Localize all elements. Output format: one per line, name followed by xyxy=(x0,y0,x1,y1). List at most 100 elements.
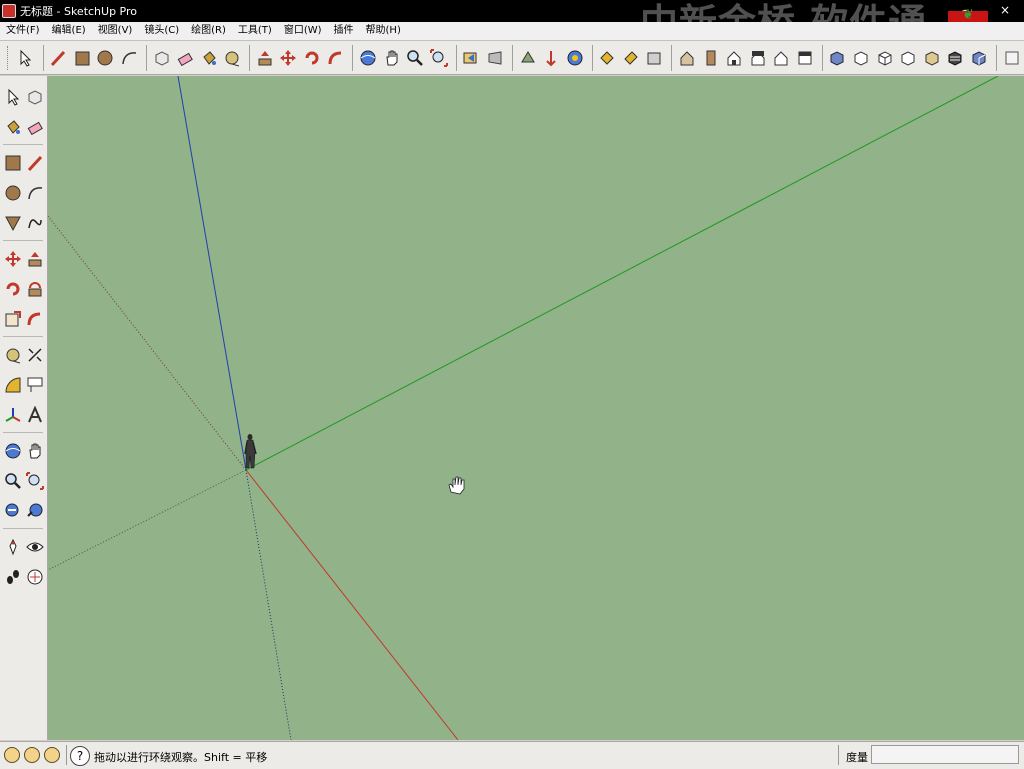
paint-bucket-icon[interactable] xyxy=(198,46,220,70)
section-cut-icon[interactable] xyxy=(921,46,943,70)
pan-icon[interactable] xyxy=(381,46,403,70)
menu-draw[interactable]: 绘图(R) xyxy=(185,22,232,40)
measurements-input[interactable] xyxy=(871,745,1019,764)
rectangle-icon[interactable] xyxy=(71,46,93,70)
geo-location-icon[interactable] xyxy=(4,747,20,763)
tool-row xyxy=(2,180,46,206)
axes-icon[interactable] xyxy=(2,402,24,428)
section-plane-icon[interactable] xyxy=(517,46,539,70)
paint-bucket-icon[interactable] xyxy=(2,114,24,140)
bottom-view-icon[interactable] xyxy=(897,46,919,70)
monochrome-icon[interactable] xyxy=(874,46,896,70)
xray-icon[interactable] xyxy=(747,46,769,70)
zoom-icon[interactable] xyxy=(405,46,427,70)
toolbar-separator xyxy=(249,44,251,71)
pan-hand-cursor xyxy=(448,476,465,495)
orbit-icon[interactable] xyxy=(357,46,379,70)
toolbar-grip[interactable] xyxy=(7,45,12,70)
walk-icon[interactable] xyxy=(2,564,24,590)
help-icon[interactable]: ? xyxy=(70,746,90,766)
select-icon[interactable] xyxy=(2,84,24,110)
previous-icon[interactable] xyxy=(24,498,46,524)
dimension-icon[interactable] xyxy=(24,342,46,368)
rotate-icon[interactable] xyxy=(301,46,323,70)
front-view-icon[interactable] xyxy=(644,46,666,70)
tape-measure-icon[interactable] xyxy=(2,342,24,368)
hidden-line-icon[interactable] xyxy=(794,46,816,70)
menu-file[interactable]: 文件(F) xyxy=(0,22,46,40)
arc-icon[interactable] xyxy=(24,180,46,206)
zoom-window-icon[interactable] xyxy=(24,468,46,494)
xray-mode-icon[interactable] xyxy=(968,46,990,70)
move-icon[interactable] xyxy=(2,246,24,272)
user-icon[interactable] xyxy=(44,747,60,763)
freehand-icon[interactable] xyxy=(24,210,46,236)
menu-help[interactable]: 帮助(H) xyxy=(360,22,407,40)
make-component-icon[interactable] xyxy=(24,84,46,110)
tools-palette xyxy=(0,76,48,740)
push-pull-icon[interactable] xyxy=(254,46,276,70)
eraser-icon[interactable] xyxy=(24,114,46,140)
move-icon[interactable] xyxy=(278,46,300,70)
tape-measure-icon[interactable] xyxy=(222,46,244,70)
shaded-icon[interactable] xyxy=(827,46,849,70)
axes-canvas xyxy=(48,76,999,740)
menu-window[interactable]: 窗口(W) xyxy=(278,22,328,40)
look-around-icon[interactable] xyxy=(24,534,46,560)
walk-icon[interactable] xyxy=(540,46,562,70)
protractor-icon[interactable] xyxy=(2,372,24,398)
scale-icon[interactable] xyxy=(2,306,24,332)
iso-view-icon[interactable] xyxy=(597,46,619,70)
zoom-extents-icon[interactable] xyxy=(428,46,450,70)
left-view-icon[interactable] xyxy=(723,46,745,70)
sketchup-app-icon[interactable] xyxy=(2,4,16,18)
shaded-texture-icon[interactable] xyxy=(850,46,872,70)
zoom-icon[interactable] xyxy=(2,468,24,494)
menu-camera[interactable]: 镜头(C) xyxy=(138,22,185,40)
layers-icon[interactable] xyxy=(1001,46,1023,70)
polygon-icon[interactable] xyxy=(2,210,24,236)
menu-edit[interactable]: 编辑(E) xyxy=(46,22,92,40)
circle-icon[interactable] xyxy=(2,180,24,206)
right-view-icon[interactable] xyxy=(676,46,698,70)
close-button[interactable]: × xyxy=(998,3,1012,17)
pencil-icon[interactable] xyxy=(47,46,69,70)
tool-row xyxy=(2,84,46,110)
credits-icon[interactable] xyxy=(24,747,40,763)
drawing-viewport[interactable] xyxy=(48,76,1024,740)
eraser-icon[interactable] xyxy=(174,46,196,70)
line-icon[interactable] xyxy=(24,150,46,176)
menu-tools[interactable]: 工具(T) xyxy=(232,22,278,40)
top-view-icon[interactable] xyxy=(620,46,642,70)
menu-plugins[interactable]: 插件 xyxy=(328,22,360,40)
wireframe-icon[interactable] xyxy=(771,46,793,70)
position-camera-icon[interactable] xyxy=(2,534,24,560)
next-view-icon[interactable] xyxy=(484,46,506,70)
menu-view[interactable]: 视图(V) xyxy=(92,22,139,40)
follow-me-icon[interactable] xyxy=(24,276,46,302)
back-view-icon[interactable] xyxy=(700,46,722,70)
3d-text-icon[interactable] xyxy=(24,402,46,428)
status-hint: 拖动以进行环绕观察。Shift = 平移 xyxy=(94,751,268,764)
pan-icon[interactable] xyxy=(24,438,46,464)
tool-row xyxy=(2,468,46,494)
circle-icon[interactable] xyxy=(95,46,117,70)
arc-icon[interactable] xyxy=(118,46,140,70)
textured-icon[interactable] xyxy=(945,46,967,70)
menu-bar: 文件(F) 编辑(E) 视图(V) 镜头(C) 绘图(R) 工具(T) 窗口(W… xyxy=(0,22,1024,41)
offset-icon[interactable] xyxy=(24,306,46,332)
make-component-icon[interactable] xyxy=(151,46,173,70)
select-icon[interactable] xyxy=(15,46,37,70)
section-plane-icon[interactable] xyxy=(24,564,46,590)
rectangle-icon[interactable] xyxy=(2,150,24,176)
previous-view-icon[interactable] xyxy=(461,46,483,70)
orbit-icon[interactable] xyxy=(2,438,24,464)
text-icon[interactable] xyxy=(24,372,46,398)
tool-row xyxy=(2,246,46,272)
follow-me-icon[interactable] xyxy=(325,46,347,70)
look-around-icon[interactable] xyxy=(564,46,586,70)
rotate-icon[interactable] xyxy=(2,276,24,302)
push-pull-icon[interactable] xyxy=(24,246,46,272)
zoom-extents-icon[interactable] xyxy=(2,498,24,524)
tool-row xyxy=(2,534,46,560)
